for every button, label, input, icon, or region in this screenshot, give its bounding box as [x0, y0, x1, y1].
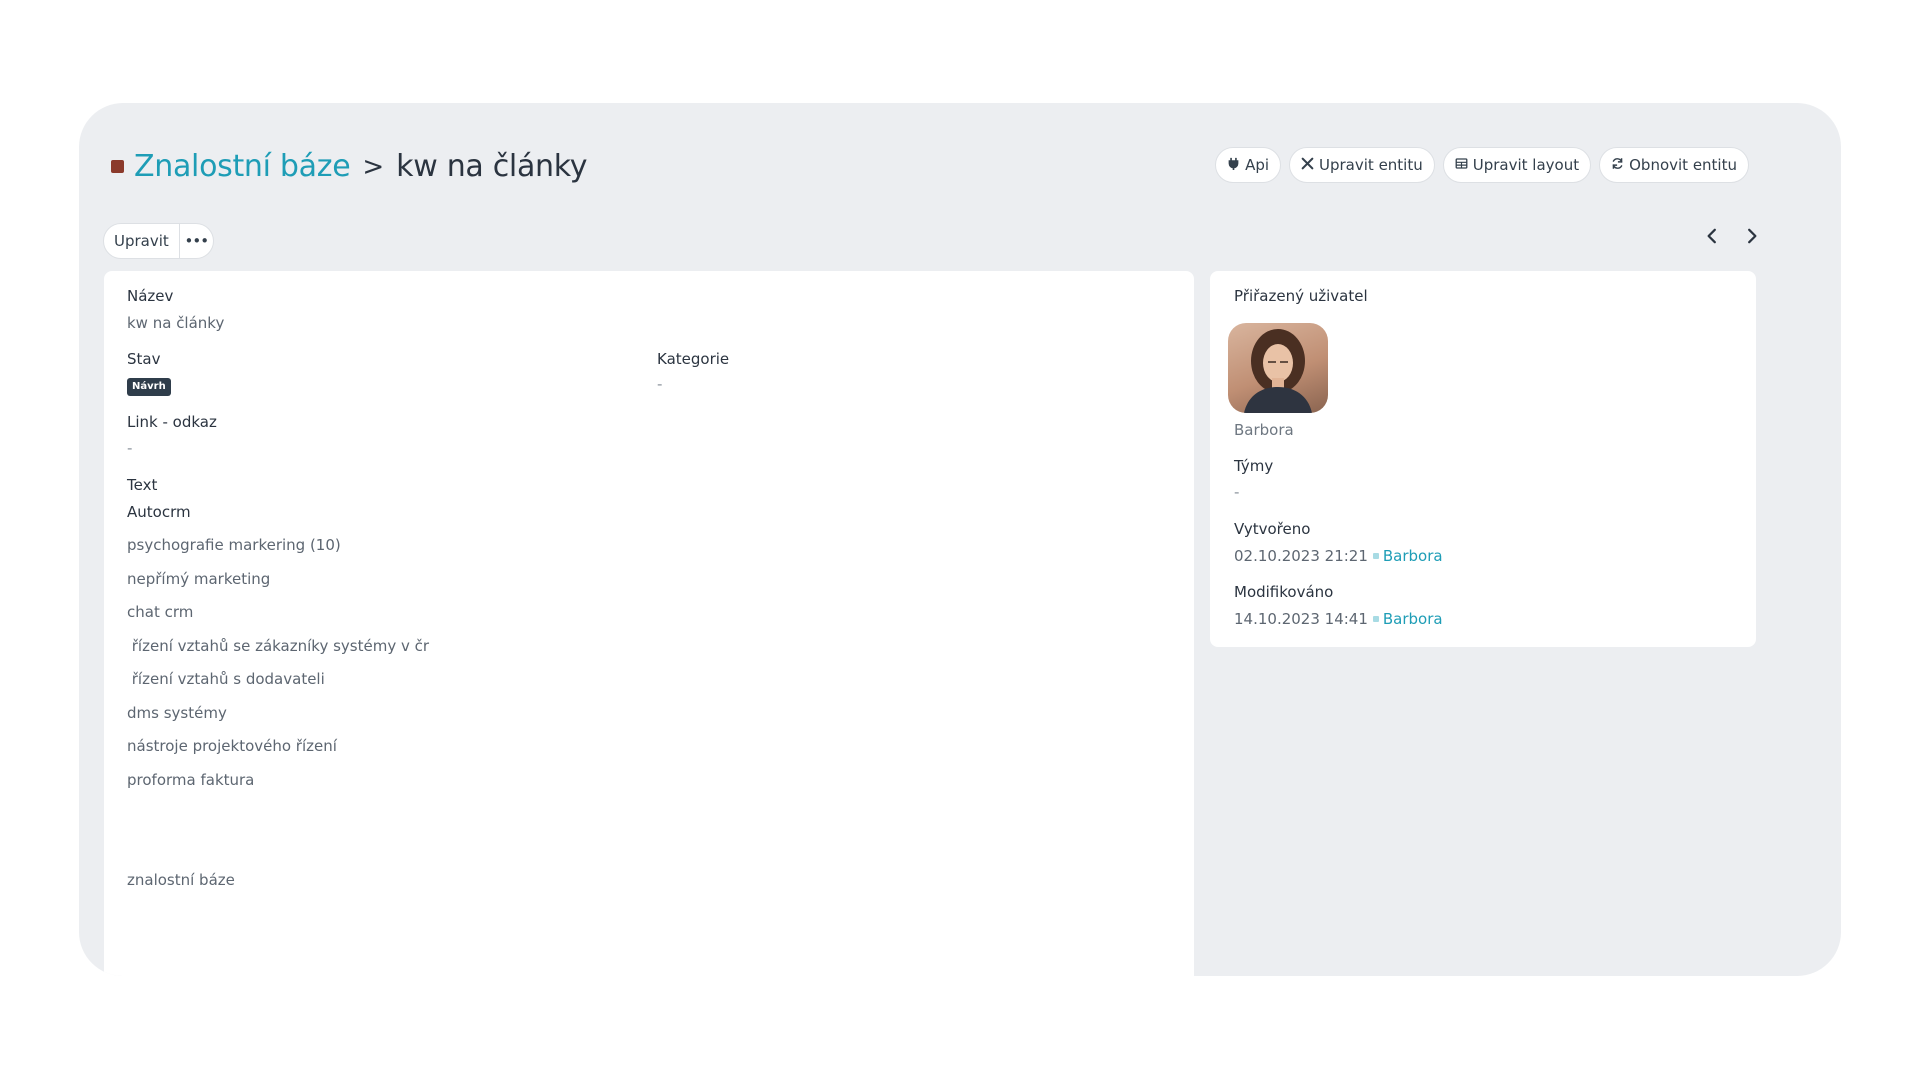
assigned-user-name[interactable]: Barbora — [1234, 421, 1294, 439]
refresh-entity-button[interactable]: Obnovit entitu — [1599, 147, 1749, 183]
detail-panel: Název kw na články Stav Návrh Kategorie … — [104, 271, 1194, 976]
refresh-icon — [1611, 156, 1624, 174]
scope-color-icon — [111, 160, 124, 173]
category-value: - — [657, 375, 663, 393]
link-value: - — [127, 439, 133, 457]
modified-meta: 14.10.2023 14:41 Barbora — [1234, 610, 1443, 628]
text-line: psychografie markering (10) — [127, 536, 341, 554]
status-label: Stav — [127, 350, 161, 368]
assigned-user-label: Přiřazený uživatel — [1234, 287, 1368, 305]
name-value: kw na články — [127, 314, 225, 332]
text-line: nástroje projektového řízení — [127, 737, 337, 755]
edit-entity-button[interactable]: Upravit entitu — [1289, 147, 1435, 183]
breadcrumb-current: kw na články — [396, 149, 588, 184]
created-label: Vytvořeno — [1234, 520, 1311, 538]
breadcrumb-separator: > — [362, 151, 385, 182]
breadcrumb-parent-link[interactable]: Znalostní báze — [134, 149, 351, 184]
text-line: znalostní báze — [127, 871, 235, 889]
avatar[interactable] — [1228, 323, 1328, 413]
text-line: dms systémy — [127, 704, 227, 722]
header-actions: Api Upravit entitu Upravit layout Obnovi… — [1215, 147, 1749, 183]
next-record-icon[interactable] — [1743, 227, 1761, 249]
modified-date: 14.10.2023 14:41 — [1234, 610, 1368, 628]
status-badge: Návrh — [127, 378, 171, 396]
page-title: Znalostní báze > kw na články — [111, 149, 588, 184]
link-label: Link - odkaz — [127, 413, 217, 431]
teams-label: Týmy — [1234, 457, 1274, 475]
edit-entity-label: Upravit entitu — [1319, 156, 1423, 174]
previous-record-icon[interactable] — [1703, 227, 1721, 249]
created-meta: 02.10.2023 21:21 Barbora — [1234, 547, 1443, 565]
modified-by-link[interactable]: Barbora — [1383, 610, 1443, 628]
text-line: řízení vztahů se zákazníky systémy v čr — [127, 637, 430, 655]
more-actions-button[interactable]: ••• — [179, 223, 214, 259]
tools-icon — [1301, 156, 1314, 174]
refresh-entity-label: Obnovit entitu — [1629, 156, 1737, 174]
api-button[interactable]: Api — [1215, 147, 1282, 183]
content-frame: Znalostní báze > kw na články Api Upravi… — [79, 103, 1841, 976]
edit-button[interactable]: Upravit — [103, 223, 180, 259]
record-navigation — [1703, 227, 1761, 249]
name-label: Název — [127, 287, 174, 305]
created-by-link[interactable]: Barbora — [1383, 547, 1443, 565]
text-label: Text — [127, 476, 158, 494]
text-line: řízení vztahů s dodavateli — [127, 670, 325, 688]
assignment-panel: Přiřazený uživatel Barbora Týmy - Vytvoř… — [1210, 271, 1756, 647]
text-line: Autocrm — [127, 503, 191, 521]
edit-layout-button[interactable]: Upravit layout — [1442, 147, 1592, 183]
category-label: Kategorie — [657, 350, 730, 368]
api-button-label: Api — [1245, 156, 1270, 174]
separator-dot — [1372, 616, 1379, 622]
teams-value: - — [1234, 483, 1240, 501]
created-date: 02.10.2023 21:21 — [1234, 547, 1368, 565]
text-line: nepřímý marketing — [127, 570, 271, 588]
record-action-group: Upravit ••• — [103, 223, 214, 259]
modified-label: Modifikováno — [1234, 583, 1334, 601]
plug-icon — [1227, 156, 1240, 174]
separator-dot — [1372, 553, 1379, 559]
edit-layout-label: Upravit layout — [1472, 156, 1580, 174]
table-icon — [1455, 156, 1468, 174]
text-line: chat crm — [127, 603, 194, 621]
text-line: proforma faktura — [127, 771, 255, 789]
